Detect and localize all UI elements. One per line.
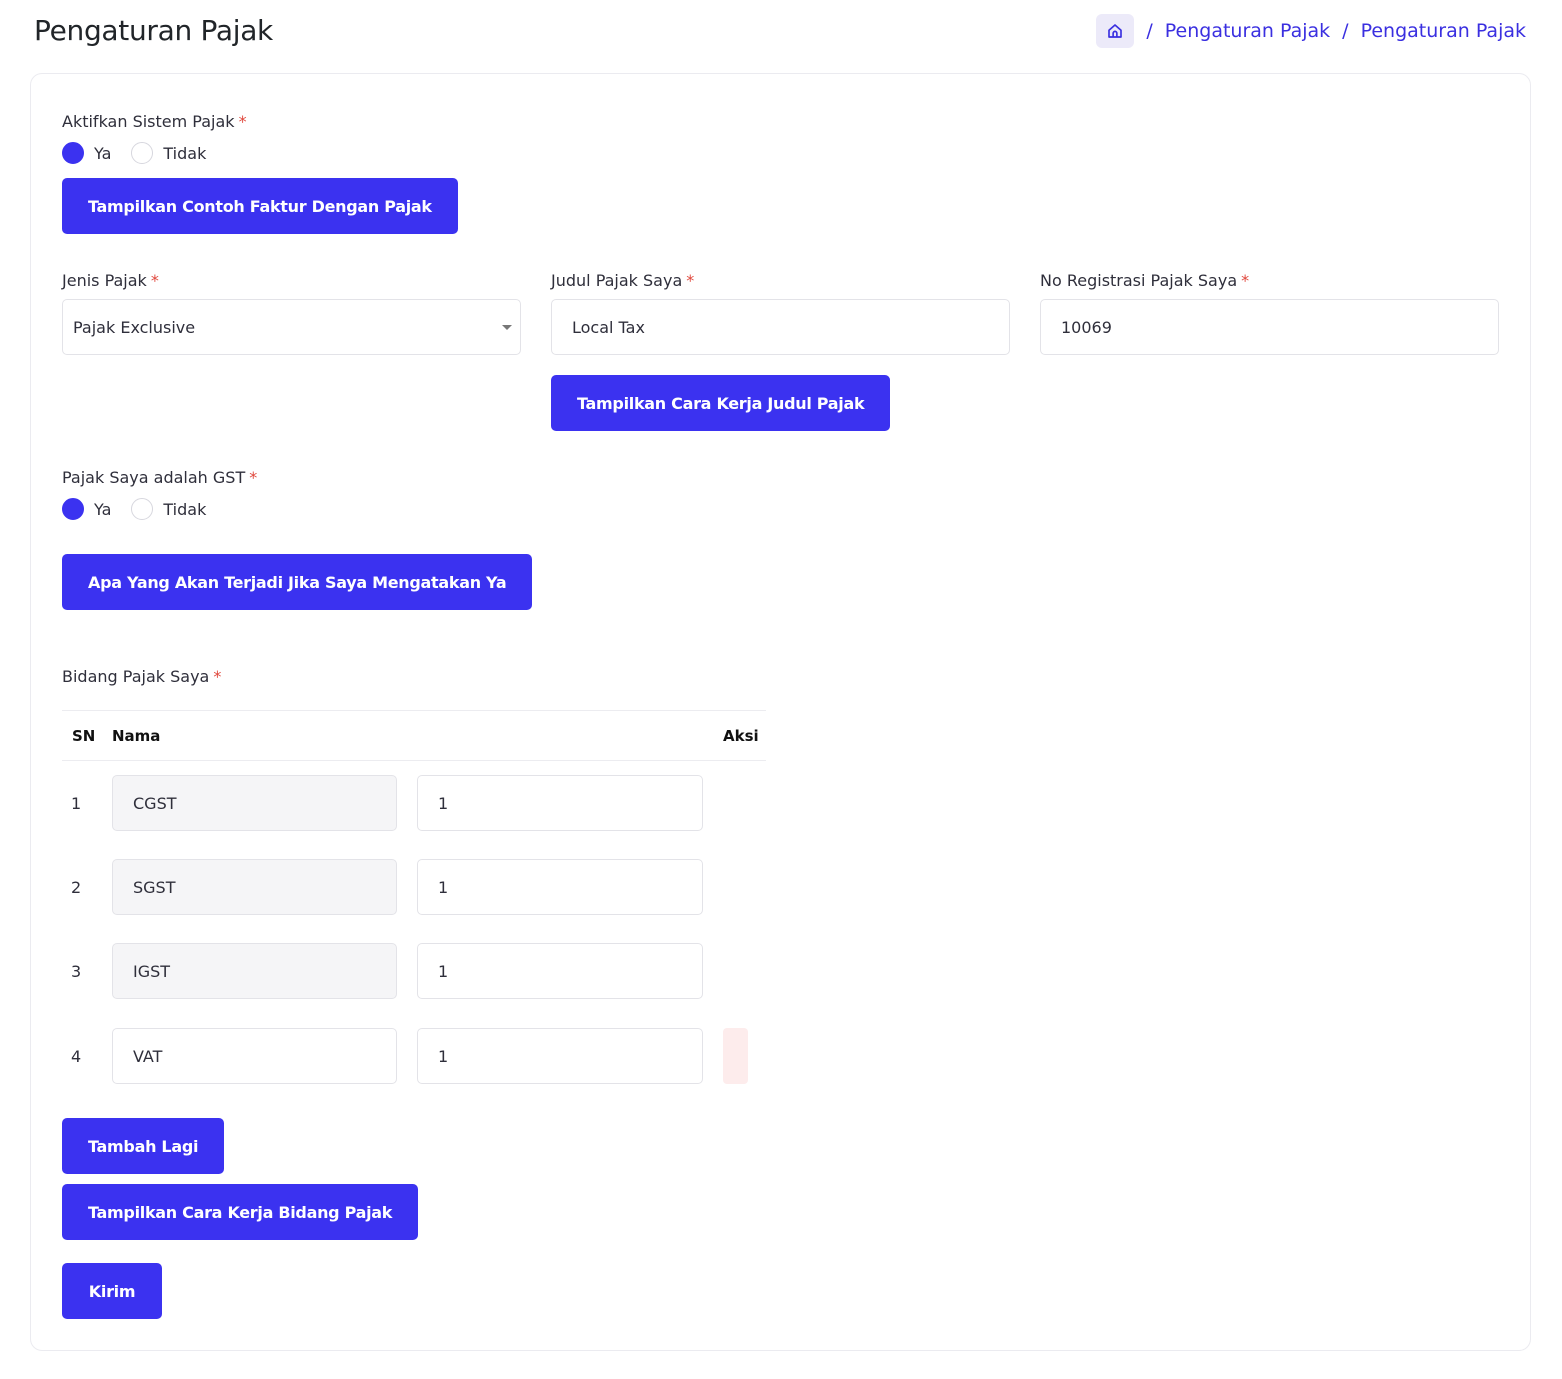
radio-label: Ya <box>94 499 112 519</box>
table-row-sn: 1 <box>71 794 82 813</box>
gst-no-radio[interactable] <box>131 498 154 520</box>
table-row-sn: 3 <box>71 962 82 981</box>
gst-radio-group: Ya Tidak <box>62 498 226 520</box>
tax-field-name-input[interactable]: IGST <box>112 943 397 999</box>
breadcrumb-separator: / <box>1146 20 1153 42</box>
submit-button[interactable]: Kirim <box>62 1263 162 1319</box>
page-title: Pengaturan Pajak <box>34 14 273 47</box>
column-header-name: Nama <box>112 727 161 745</box>
tax-reg-no-label: No Registrasi Pajak Saya * <box>1040 271 1250 290</box>
fields-howto-button[interactable]: Tampilkan Cara Kerja Bidang Pajak <box>62 1184 419 1240</box>
tax-type-label: Jenis Pajak * <box>62 271 159 290</box>
add-more-button[interactable]: Tambah Lagi <box>62 1118 225 1174</box>
breadcrumb-separator: / <box>1342 20 1349 42</box>
table-row-sn: 2 <box>71 878 82 897</box>
tax-reg-no-input[interactable]: 10069 <box>1040 299 1499 355</box>
radio-label: Tidak <box>163 143 207 163</box>
tax-field-rate-input[interactable]: 1 <box>417 859 703 915</box>
enable-tax-yes-radio[interactable] <box>62 142 84 164</box>
settings-card: Aktifkan Sistem Pajak * Ya Tidak Tampilka… <box>30 73 1531 1351</box>
tax-field-rate-input[interactable]: 1 <box>417 943 703 999</box>
enable-tax-label: Aktifkan Sistem Pajak * <box>62 112 247 131</box>
enable-tax-radio-group: Ya Tidak <box>62 142 226 164</box>
column-header-action: Aksi <box>723 727 759 745</box>
breadcrumb: / Pengaturan Pajak / Pengaturan Pajak <box>1096 14 1526 48</box>
table-divider <box>62 760 766 761</box>
breadcrumb-current: Pengaturan Pajak <box>1360 20 1526 42</box>
tax-field-name-input[interactable]: CGST <box>112 775 397 831</box>
tax-field-name-input[interactable]: VAT <box>112 1028 397 1084</box>
tax-title-input[interactable]: Local Tax <box>551 299 1010 355</box>
chevron-down-icon <box>502 325 512 330</box>
title-howto-button[interactable]: Tampilkan Cara Kerja Judul Pajak <box>551 375 891 431</box>
table-divider <box>62 710 766 711</box>
tax-field-rate-input[interactable]: 1 <box>417 775 703 831</box>
home-icon <box>1108 24 1123 38</box>
breadcrumb-home[interactable] <box>1096 14 1135 48</box>
sample-invoice-button[interactable]: Tampilkan Contoh Faktur Dengan Pajak <box>62 178 458 234</box>
tax-fields-label: Bidang Pajak Saya * <box>62 667 222 686</box>
delete-row-button[interactable] <box>723 1028 748 1084</box>
tax-field-name-input[interactable]: SGST <box>112 859 397 915</box>
gst-info-button[interactable]: Apa Yang Akan Terjadi Jika Saya Mengatak… <box>62 554 533 610</box>
gst-label: Pajak Saya adalah GST * <box>62 468 258 487</box>
tax-type-select[interactable]: Pajak Exclusive <box>62 299 521 355</box>
radio-label: Tidak <box>163 499 207 519</box>
table-row-sn: 4 <box>71 1047 82 1066</box>
gst-yes-radio[interactable] <box>62 498 84 520</box>
column-header-sn: SN <box>72 727 96 745</box>
tax-field-rate-input[interactable]: 1 <box>417 1028 703 1084</box>
radio-label: Ya <box>94 143 112 163</box>
tax-type-value: Pajak Exclusive <box>73 317 196 337</box>
enable-tax-no-radio[interactable] <box>131 142 154 164</box>
tax-title-label: Judul Pajak Saya * <box>551 271 695 290</box>
breadcrumb-link[interactable]: Pengaturan Pajak <box>1165 20 1330 42</box>
